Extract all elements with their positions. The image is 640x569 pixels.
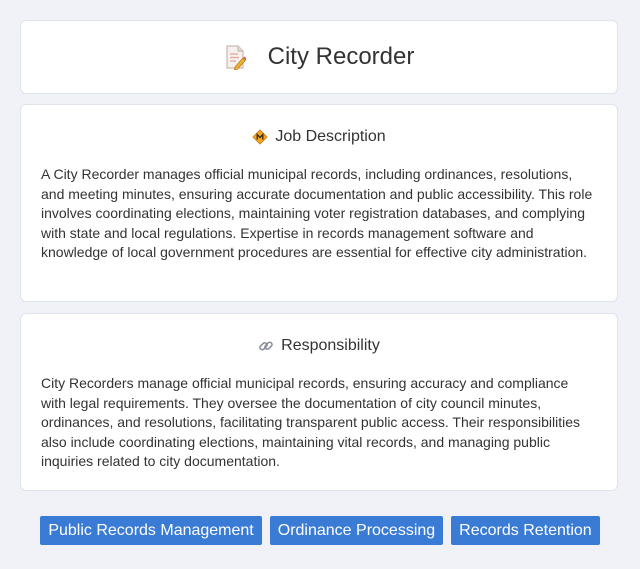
diamond-sign-icon xyxy=(252,129,268,145)
link-icon xyxy=(258,338,274,354)
job-description-heading: Job Description xyxy=(275,128,386,145)
tag-ordinance-processing[interactable]: Ordinance Processing xyxy=(269,516,444,545)
page-title: City Recorder xyxy=(267,43,415,70)
job-description-header: Job Description xyxy=(21,127,617,147)
title-card: City Recorder xyxy=(20,20,618,94)
tag-public-records-management[interactable]: Public Records Management xyxy=(40,516,262,545)
skill-tags: Public Records Management Ordinance Proc… xyxy=(0,516,640,545)
document-pencil-icon xyxy=(224,44,247,71)
job-description-card: Job Description A City Recorder manages … xyxy=(20,104,618,302)
responsibility-header: Responsibility xyxy=(21,336,617,356)
responsibility-card: Responsibility City Recorders manage off… xyxy=(20,313,618,491)
tag-records-retention[interactable]: Records Retention xyxy=(451,516,600,545)
job-description-text: A City Recorder manages official municip… xyxy=(41,166,593,260)
responsibility-heading: Responsibility xyxy=(281,337,380,354)
responsibility-text: City Recorders manage official municipal… xyxy=(41,375,581,469)
